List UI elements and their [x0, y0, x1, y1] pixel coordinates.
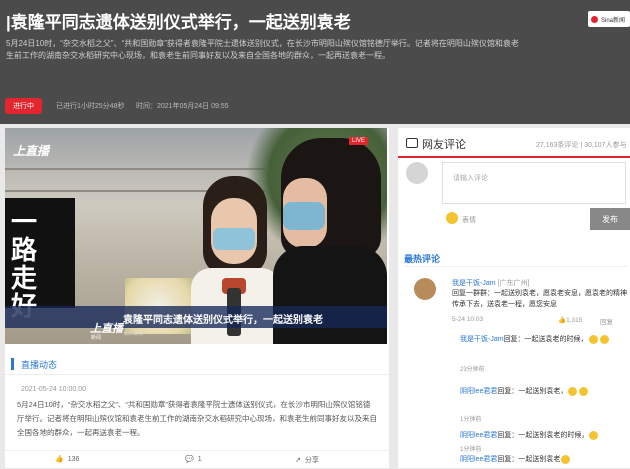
comment-button[interactable]: 💬 1	[185, 455, 202, 464]
comment-icon: 💬	[185, 456, 194, 463]
reply-text: 回复：一起送别袁老，	[497, 388, 568, 395]
reply-meta: 1分钟前	[460, 417, 482, 423]
reply-text: 回复：一起送袁老的时候，	[503, 336, 588, 343]
live-video-player[interactable]: 一路走好 上直播 LIVE 袁隆平同志遗体送别仪式举行，一起送别袁老 长沙现场 …	[5, 128, 387, 344]
share-button[interactable]: ↗ 分享	[295, 455, 319, 465]
hot-comments-title: 最热评论	[404, 254, 441, 264]
comments-stats: 27,163条评论 | 30,107人参与	[536, 142, 627, 149]
comment-time: 5-24 10:03	[452, 316, 484, 323]
reply-meta: 1分钟前	[460, 447, 482, 453]
live-status-badge: 进行中	[5, 98, 42, 114]
reply-text: 回复：一起送别袁老	[497, 456, 561, 463]
reply-username[interactable]: 我是干饭-Jam	[460, 336, 504, 343]
divider	[404, 266, 628, 267]
thumb-up-icon: 👍	[55, 456, 64, 463]
reply-meta: 23分钟前	[460, 367, 485, 373]
channel-label: 新闻	[91, 335, 102, 341]
emoji-icon[interactable]	[446, 212, 458, 224]
elapsed-time: 已进行1小时25分48秒	[56, 103, 125, 110]
comment-like-count: 1,315	[566, 317, 583, 324]
comments-header: 网友评论 27,163条评论 | 30,107人参与	[398, 128, 630, 158]
live-badge: LIVE	[349, 137, 369, 145]
update-body: 5月24日10时，“杂交水稻之父”、“共和国勋章”获得者袁隆平院士遗体送别仪式，…	[17, 400, 377, 437]
reply-item: 阴阳lee君君回复：一起送别袁老，	[460, 386, 626, 398]
user-location: [广东广州]	[497, 280, 530, 287]
comment-count: 1	[197, 455, 202, 463]
reply-item: 阴阳lee君君回复：一起送别袁老的时候，	[460, 430, 626, 442]
update-time: 2021-05-24 10:00:00	[21, 386, 86, 393]
live-header: |袁隆平同志遗体送别仪式举行，一起送别袁老 5月24日10时，“杂交水稻之父”、…	[0, 0, 630, 124]
page-title: |袁隆平同志遗体送别仪式举行，一起送别袁老	[6, 13, 351, 32]
post-button[interactable]: 发布	[590, 208, 630, 230]
video-caption: 袁隆平同志遗体送别仪式举行，一起送别袁老	[123, 315, 323, 326]
section-accent	[11, 358, 14, 370]
interviewee-mask	[213, 228, 255, 250]
reply-username[interactable]: 阴阳lee君君	[460, 388, 497, 395]
comment-bubble-icon	[406, 138, 418, 148]
start-time: 时间：2021年05月24日 09:55	[136, 103, 229, 110]
wall-stripe	[5, 168, 265, 170]
reply-username[interactable]: 阴阳lee君君	[460, 432, 497, 439]
comments-panel: 网友评论 27,163条评论 | 30,107人参与 请输入评论 表情 发布 最…	[398, 128, 630, 468]
comments-title: 网友评论	[422, 139, 466, 151]
emoji-label: 表情	[462, 217, 476, 224]
main-content: 一路走好 上直播 LIVE 袁隆平同志遗体送别仪式举行，一起送别袁老 长沙现场 …	[5, 128, 389, 468]
comment-username[interactable]: 我是干饭-Jam [广东广州]	[452, 278, 529, 288]
reply-text: 回复：一起送别袁老的时候，	[497, 432, 589, 439]
reply-button[interactable]: 回复	[600, 316, 613, 326]
live-description: 5月24日10时，“杂交水稻之父”、“共和国勋章”获得者袁隆平院士遗体送别仪式，…	[6, 39, 519, 60]
video-caption-sub: 长沙现场	[123, 331, 144, 337]
reply-username[interactable]: 阴阳lee君君	[460, 456, 497, 463]
crying-emoji-icon	[588, 334, 598, 344]
share-icon: ↗	[295, 457, 301, 464]
banner-text: 一路走好	[11, 207, 38, 320]
crying-emoji-icon	[568, 386, 578, 396]
update-actions: 👍 136 💬 1 ↗ 分享	[5, 450, 389, 469]
crying-emoji-icon	[589, 430, 599, 440]
sina-logo-icon	[591, 15, 598, 23]
comment-meta: 5-24 10:03 👍1,315 回复	[452, 316, 628, 326]
crying-emoji-icon	[579, 386, 589, 396]
reply-item: 阴阳lee君君回复：一起送别袁老	[460, 454, 626, 466]
like-button[interactable]: 👍 136	[55, 455, 80, 464]
section-title: 直播动态	[21, 360, 58, 370]
channel-logo: 上直播	[13, 144, 50, 158]
like-count: 136	[67, 455, 80, 463]
reporter-body	[273, 246, 387, 344]
comment-text: 回复一群群：一起送别袁老，愿袁老安息，愿袁老的精神传承下去，送袁老一程，愿您安息	[452, 290, 627, 308]
avatar[interactable]	[414, 278, 436, 300]
brand-app-button[interactable]: Sina新闻	[588, 11, 630, 27]
reply-item: 我是干饭-Jam回复：一起送袁老的时候，	[460, 334, 626, 346]
comment-placeholder: 请输入评论	[453, 175, 488, 182]
username-text: 我是干饭-Jam	[452, 280, 496, 287]
share-label: 分享	[304, 457, 319, 464]
comment-input[interactable]: 请输入评论	[442, 162, 626, 204]
brand-label: Sina新闻	[601, 17, 626, 24]
crying-emoji-icon	[561, 454, 571, 464]
user-avatar	[406, 162, 428, 184]
reporter-mask	[283, 202, 325, 230]
crying-emoji-icon	[599, 334, 609, 344]
live-updates-header: 直播动态	[5, 354, 389, 375]
comment-like-button[interactable]: 👍1,315	[558, 316, 582, 324]
